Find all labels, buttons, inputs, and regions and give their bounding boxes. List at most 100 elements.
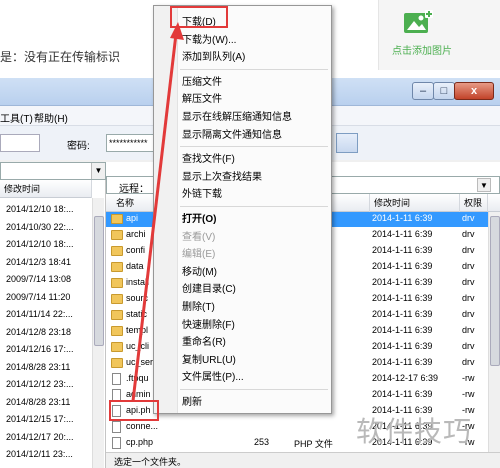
menu-separator <box>180 389 328 390</box>
file-perm: -rw <box>462 389 475 399</box>
folder-icon <box>111 278 123 288</box>
local-scrollbar[interactable] <box>92 198 104 468</box>
maximize-icon: □ <box>440 85 448 97</box>
file-perm: drv <box>462 309 475 319</box>
context-menu-item[interactable]: 刷新 <box>182 393 202 408</box>
context-menu-item[interactable]: 打开(O) <box>182 210 216 225</box>
context-menu-item[interactable]: 显示隔离文件通知信息 <box>182 126 282 141</box>
file-perm: drv <box>462 357 475 367</box>
local-date-cell[interactable]: 2014/8/28 23:11 <box>6 362 70 372</box>
context-menu-item[interactable]: 添加到队列(A) <box>182 48 245 63</box>
context-menu-item[interactable]: 下载为(W)... <box>182 31 236 46</box>
maximize-button[interactable]: □ <box>433 82 455 100</box>
file-date: 2014-1-11 6:39 <box>372 325 433 335</box>
local-date-cell[interactable]: 2014/12/11 23:... <box>6 449 73 459</box>
menu-tools[interactable]: 工具(T) <box>0 110 33 125</box>
connect-button[interactable] <box>336 133 358 153</box>
transfer-status-text: 是：没有正在传输标识 <box>0 50 121 64</box>
file-date: 2014-1-11 6:39 <box>372 229 433 239</box>
local-path-combo[interactable]: ▼ <box>0 162 106 180</box>
file-perm: drv <box>462 325 475 335</box>
context-menu-item[interactable]: 创建目录(C) <box>182 280 236 295</box>
file-date: 2014-1-11 6:39 <box>372 213 433 223</box>
context-menu-item[interactable]: 查找文件(F) <box>182 150 235 165</box>
status-bar: 选定一个文件夹。 <box>106 452 500 468</box>
context-menu-item: 查看(V) <box>182 231 216 243</box>
file-date: 2014-1-11 6:39 <box>372 389 433 399</box>
file-perm: drv <box>462 293 475 303</box>
menu-separator <box>180 206 328 207</box>
screenshot-root: 是：没有正在传输标识 点击添加图片 – □ x 工具(T) 帮助(H) 密码: … <box>0 0 500 468</box>
password-label: 密码: <box>67 141 90 152</box>
local-date-cell[interactable]: 2014/12/3 18:41 <box>6 257 71 267</box>
file-date: 2014-12-17 6:39 <box>372 373 439 383</box>
remote-perm-header[interactable]: 权限 <box>460 194 488 212</box>
context-menu-item[interactable]: 外链下载 <box>182 185 222 200</box>
local-date-cell[interactable]: 2009/7/14 13:08 <box>6 274 71 284</box>
context-menu-item[interactable]: 重命名(R) <box>182 333 226 348</box>
local-date-cell[interactable]: 2014/10/30 22:... <box>6 222 74 232</box>
image-add-icon[interactable] <box>403 10 433 36</box>
chevron-down-icon[interactable]: ▼ <box>91 163 105 179</box>
local-date-cell[interactable]: 2014/12/8 23:18 <box>6 327 71 337</box>
local-date-cell[interactable]: 2014/11/14 22:... <box>6 309 73 319</box>
context-menu-item: 编辑(E) <box>182 249 216 261</box>
context-menu-item[interactable]: 快速删除(F) <box>182 316 235 331</box>
remote-scrollbar[interactable] <box>488 212 500 468</box>
host-input[interactable] <box>0 134 40 152</box>
file-date: 2014-1-11 6:39 <box>372 293 433 303</box>
close-button[interactable]: x <box>454 82 494 100</box>
local-date-cell[interactable]: 2014/8/28 23:11 <box>6 397 70 407</box>
context-menu-item[interactable]: 压缩文件 <box>182 73 222 88</box>
local-date-cell[interactable]: 2009/7/14 11:20 <box>6 292 70 302</box>
remote-scroll-thumb[interactable] <box>490 216 500 366</box>
minimize-icon: – <box>419 85 427 97</box>
status-text: 选定一个文件夹。 <box>114 457 187 467</box>
context-menu-item[interactable]: 复制URL(U) <box>182 351 236 366</box>
add-image-panel[interactable] <box>378 0 500 70</box>
file-perm: -rw <box>462 373 475 383</box>
context-menu-gutter <box>154 6 178 413</box>
local-date-cell[interactable]: 2014/12/10 18:... <box>6 239 74 249</box>
password-input[interactable]: *********** <box>106 134 156 152</box>
minimize-button[interactable]: – <box>412 82 434 100</box>
close-icon: x <box>470 85 478 97</box>
file-perm: drv <box>462 277 475 287</box>
local-date-cell[interactable]: 2014/12/10 18:... <box>6 204 74 214</box>
folder-icon <box>111 326 123 336</box>
file-date: 2014-1-11 6:39 <box>372 309 433 319</box>
file-icon <box>112 437 121 449</box>
local-date-cell[interactable]: 2014/12/12 23:... <box>6 379 74 389</box>
local-header-row: 修改时间 <box>0 180 92 198</box>
context-menu-item[interactable]: 显示上次查找结果 <box>182 168 262 183</box>
remote-modified-header[interactable]: 修改时间 <box>370 194 460 212</box>
context-menu-item[interactable]: 删除(T) <box>182 298 215 313</box>
folder-icon <box>111 342 123 352</box>
local-date-cell[interactable]: 2014/12/16 17:... <box>6 344 74 354</box>
folder-icon <box>111 246 123 256</box>
file-perm: drv <box>462 229 475 239</box>
remote-path-label: 远程： <box>119 184 149 195</box>
local-scroll-thumb[interactable] <box>94 216 104 346</box>
context-menu: 下载(D) 下载为(W)... 添加到队列(A) 压缩文件 解压文件 显示在线解压缩通知信… <box>153 5 332 414</box>
download-highlight-box <box>170 6 228 28</box>
context-menu-item[interactable]: 移动(M) <box>182 263 217 278</box>
file-perm: drv <box>462 213 475 223</box>
folder-icon <box>111 294 123 304</box>
chevron-down-icon[interactable]: ▼ <box>477 178 491 192</box>
file-name: conne... <box>126 421 159 431</box>
menu-separator <box>180 146 328 148</box>
local-date-cell[interactable]: 2014/12/17 20:... <box>6 432 74 442</box>
local-modified-header[interactable]: 修改时间 <box>0 180 92 198</box>
file-size: 253 <box>254 437 270 447</box>
menu-help[interactable]: 帮助(H) <box>34 110 68 125</box>
file-highlight-box <box>109 400 159 421</box>
context-menu-item[interactable]: 解压文件 <box>182 90 222 105</box>
context-menu-item[interactable]: 文件属性(P)... <box>182 368 244 383</box>
local-date-cell[interactable]: 2014/12/15 17:... <box>6 414 74 424</box>
watermark-text: 软件技巧 <box>356 416 473 447</box>
file-name: cp.php <box>126 437 154 447</box>
file-date: 2014-1-11 6:39 <box>372 357 433 367</box>
context-menu-item[interactable]: 显示在线解压缩通知信息 <box>182 108 292 123</box>
add-image-label[interactable]: 点击添加图片 <box>392 42 452 57</box>
